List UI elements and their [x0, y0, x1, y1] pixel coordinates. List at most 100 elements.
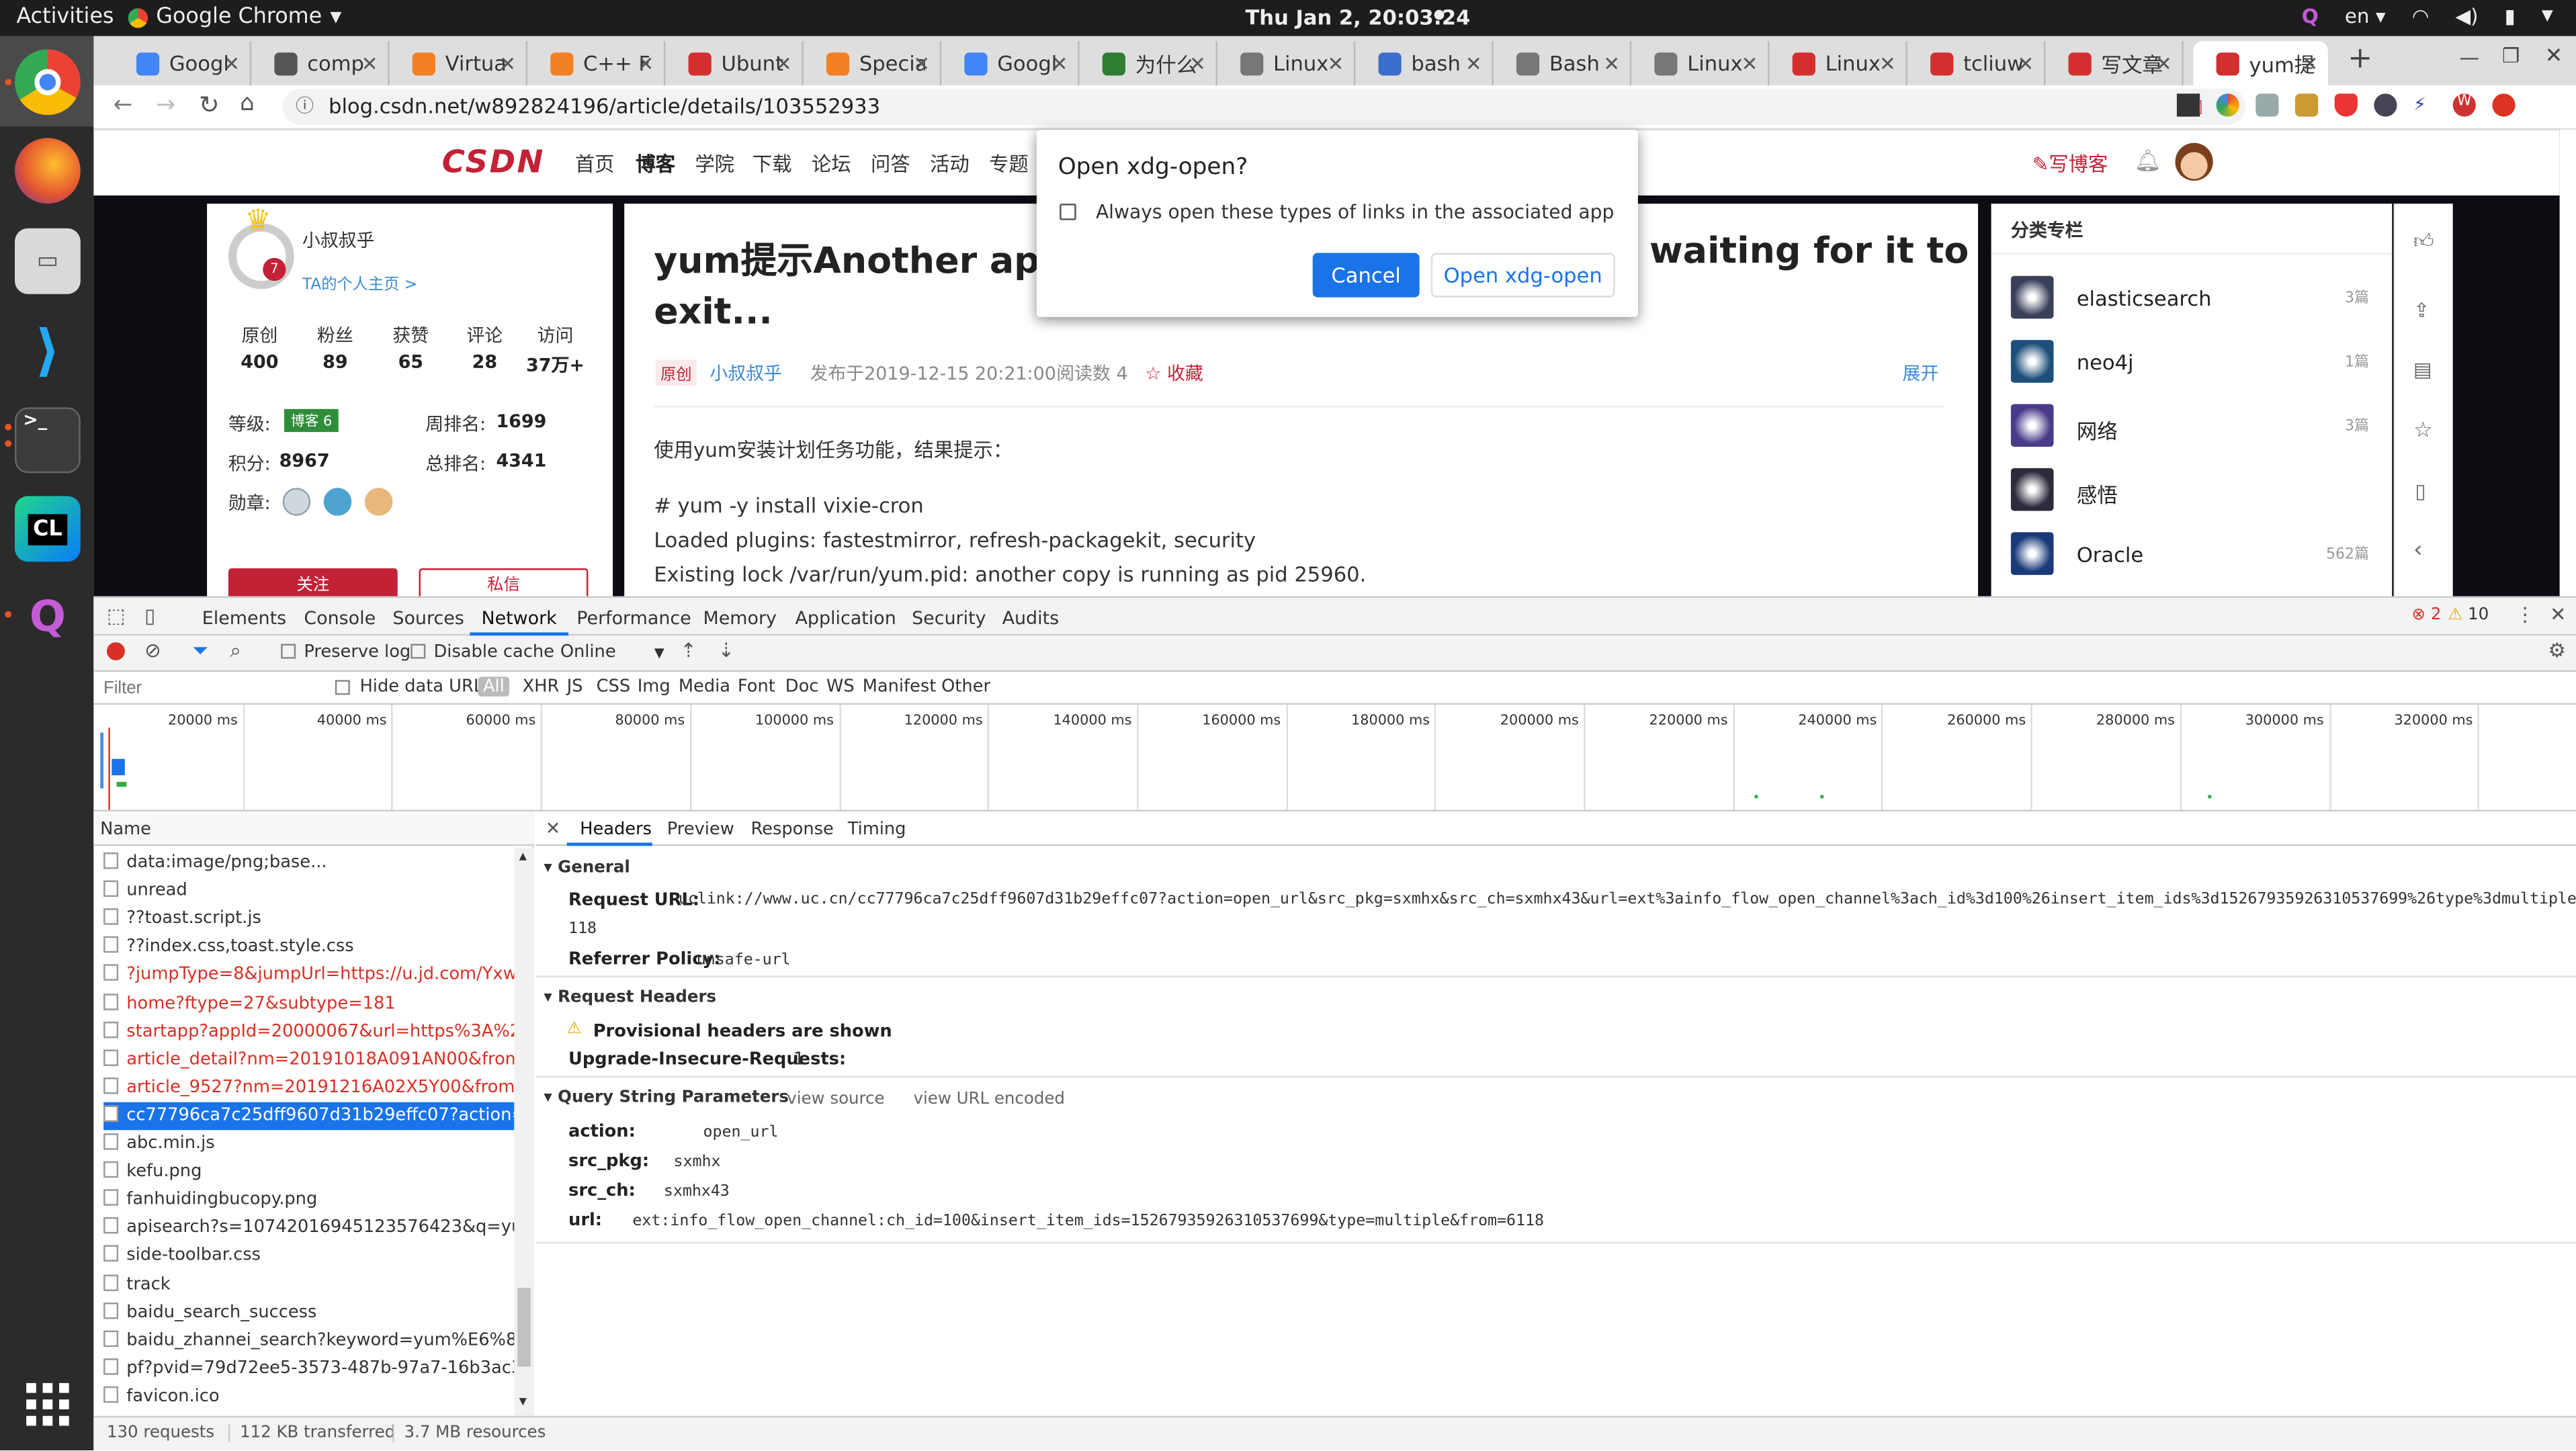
column-thumbnail[interactable]	[2010, 468, 2054, 511]
tab-12[interactable]: Linux ✕	[1631, 41, 1770, 86]
message-button[interactable]: 私信	[419, 568, 589, 597]
language-indicator[interactable]: en ▾	[2345, 5, 2386, 28]
preserve-log-checkbox[interactable]	[281, 644, 296, 659]
filter-icon[interactable]: ⏷	[192, 639, 208, 664]
like-icon[interactable]: 👍︎	[2413, 230, 2434, 255]
mobile-icon[interactable]: ▯	[2415, 480, 2425, 502]
devtools-tab-elements[interactable]: Elements	[202, 608, 286, 629]
stat-value[interactable]: 65	[375, 351, 447, 373]
type-filter-css[interactable]: CSS	[597, 676, 631, 696]
request-row[interactable]: startapp?appId=20000067&url=https%3A%2F%…	[103, 1018, 514, 1046]
detail-tab-headers[interactable]: Headers	[580, 820, 652, 839]
type-filter-media[interactable]: Media	[679, 676, 730, 696]
request-headers-section[interactable]: ▾ Request Headers	[544, 989, 716, 1007]
close-tab-icon[interactable]: ✕	[1465, 52, 1482, 75]
type-filter-img[interactable]: Img	[638, 676, 671, 696]
close-tab-icon[interactable]: ✕	[1879, 52, 1896, 75]
devtools-tab-security[interactable]: Security	[912, 608, 986, 629]
app-menu[interactable]: Google Chrome ▼	[128, 5, 341, 30]
nav-link-7[interactable]: 活动	[930, 150, 970, 178]
search-icon[interactable]: ⌕	[230, 639, 241, 664]
request-row[interactable]: apisearch?s=10742016945123576423&q=yum%E…	[103, 1215, 514, 1243]
close-tab-icon[interactable]: ✕	[1742, 52, 1758, 75]
profile-name[interactable]: 小叔叔乎	[302, 226, 375, 253]
medal-icon[interactable]	[364, 488, 393, 516]
expand-link[interactable]: 展开	[1903, 359, 1939, 386]
devtools-tab-console[interactable]: Console	[304, 608, 376, 629]
address-bar[interactable]: ⓘ blog.csdn.net/w892824196/article/detai…	[282, 89, 2246, 125]
cancel-button[interactable]: Cancel	[1312, 253, 1420, 298]
tab-9[interactable]: Linux ✕	[1217, 41, 1356, 86]
write-blog-link[interactable]: ✎写博客	[2032, 150, 2108, 178]
always-open-checkbox[interactable]	[1060, 204, 1076, 220]
extension-icon[interactable]	[2492, 93, 2516, 117]
stat-value[interactable]: 28	[449, 351, 521, 373]
extension-icon[interactable]	[2294, 93, 2319, 117]
inspect-icon[interactable]: ⬚	[107, 605, 126, 627]
close-tab-icon[interactable]: ✕	[913, 52, 930, 75]
type-filter-font[interactable]: Font	[738, 676, 775, 696]
close-tab-icon[interactable]: ✕	[638, 52, 654, 75]
star-icon[interactable]: ☆	[2413, 419, 2433, 444]
wifi-icon[interactable]: ◠	[2412, 5, 2430, 28]
nav-link-5[interactable]: 论坛	[812, 150, 851, 178]
column-name[interactable]: elasticsearch	[2077, 285, 2212, 310]
tab-16[interactable]: yum提 ✕	[2193, 41, 2328, 86]
request-row[interactable]: pf?pvid=79d72ee5-3573-487b-97a7-16b3ac3c…	[103, 1355, 514, 1383]
close-tab-icon[interactable]: ✕	[1051, 52, 1068, 75]
request-row[interactable]: ?jumpType=8&jumpUrl=https://u.jd.com/Yxw…	[103, 961, 514, 990]
view-source-link[interactable]: view source	[787, 1091, 884, 1109]
request-row[interactable]: article_9527?nm=20191216A02X5Y00&from=xs…	[103, 1074, 514, 1102]
devtools-tab-performance[interactable]: Performance	[576, 608, 691, 629]
column-name[interactable]: 网络	[2077, 414, 2118, 445]
new-tab-button[interactable]: +	[2348, 41, 2372, 75]
disable-cache-checkbox[interactable]	[411, 644, 426, 659]
close-tab-icon[interactable]: ✕	[2018, 52, 2034, 75]
medal-icon[interactable]	[323, 488, 352, 516]
request-row[interactable]: side-toolbar.css	[103, 1243, 514, 1271]
request-row[interactable]: abc.min.js	[103, 1130, 514, 1158]
devtools-tab-audits[interactable]: Audits	[1002, 608, 1060, 629]
column-thumbnail[interactable]	[2010, 275, 2054, 319]
tab-15[interactable]: 写文章 ✕	[2045, 41, 2184, 86]
tab-7[interactable]: Googl ✕	[941, 41, 1080, 86]
open-xdg-open-button[interactable]: Open xdg-open	[1430, 253, 1615, 298]
request-row[interactable]: favicon.ico	[103, 1383, 514, 1411]
request-row[interactable]: cc77796ca7c25dff9607d31b29effc07?action=…	[103, 1102, 515, 1131]
column-thumbnail[interactable]	[2010, 404, 2054, 447]
comment-icon[interactable]: ▤	[2413, 358, 2432, 381]
extension-icon[interactable]	[2216, 93, 2239, 117]
stat-value[interactable]: 37万+	[519, 351, 592, 378]
close-window-button[interactable]: ✕	[2545, 44, 2563, 69]
maximize-button[interactable]: ❐	[2502, 44, 2520, 67]
type-filter-all[interactable]: All	[478, 676, 510, 697]
network-overview[interactable]: 20000 ms 40000 ms 60000 ms 80000 ms 100000 m…	[93, 704, 2576, 811]
close-tab-icon[interactable]: ✕	[1603, 52, 1620, 75]
vscode-dock-icon[interactable]: ⟩	[15, 318, 81, 384]
request-row[interactable]: unread	[103, 877, 514, 906]
type-filter-other[interactable]: Other	[941, 676, 990, 696]
devtools-tab-network[interactable]: Network	[481, 608, 556, 629]
nav-link-6[interactable]: 问答	[871, 150, 910, 178]
column-thumbnail[interactable]	[2010, 532, 2054, 575]
minimize-button[interactable]: —	[2459, 46, 2479, 69]
csdn-logo[interactable]: CSDN	[442, 144, 545, 181]
detail-tab-preview[interactable]: Preview	[667, 820, 734, 839]
view-url-encoded-link[interactable]: view URL encoded	[914, 1091, 1065, 1109]
tab-6[interactable]: Specia ✕	[804, 41, 942, 86]
request-row[interactable]: home?ftype=27&subtype=181	[103, 990, 514, 1018]
extension-icon[interactable]	[2176, 93, 2200, 117]
request-row[interactable]: fanhuidingbucopy.png	[103, 1186, 514, 1215]
medal-icon[interactable]	[282, 488, 311, 516]
close-tab-icon[interactable]: ✕	[361, 52, 378, 75]
type-filter-xhr[interactable]: XHR	[523, 676, 560, 696]
reload-button[interactable]: ↻	[199, 90, 220, 120]
close-tab-icon[interactable]: ✕	[775, 52, 792, 75]
extension-icon[interactable]	[2374, 93, 2397, 117]
always-open-label[interactable]: Always open these types of links in the …	[1096, 200, 1614, 223]
general-section[interactable]: ▾ General	[544, 859, 630, 877]
scroll-thumb[interactable]	[517, 1288, 531, 1367]
devtools-tab-memory[interactable]: Memory	[703, 608, 777, 629]
clion-dock-icon[interactable]: CL	[15, 496, 81, 562]
avatar[interactable]	[2175, 142, 2213, 181]
